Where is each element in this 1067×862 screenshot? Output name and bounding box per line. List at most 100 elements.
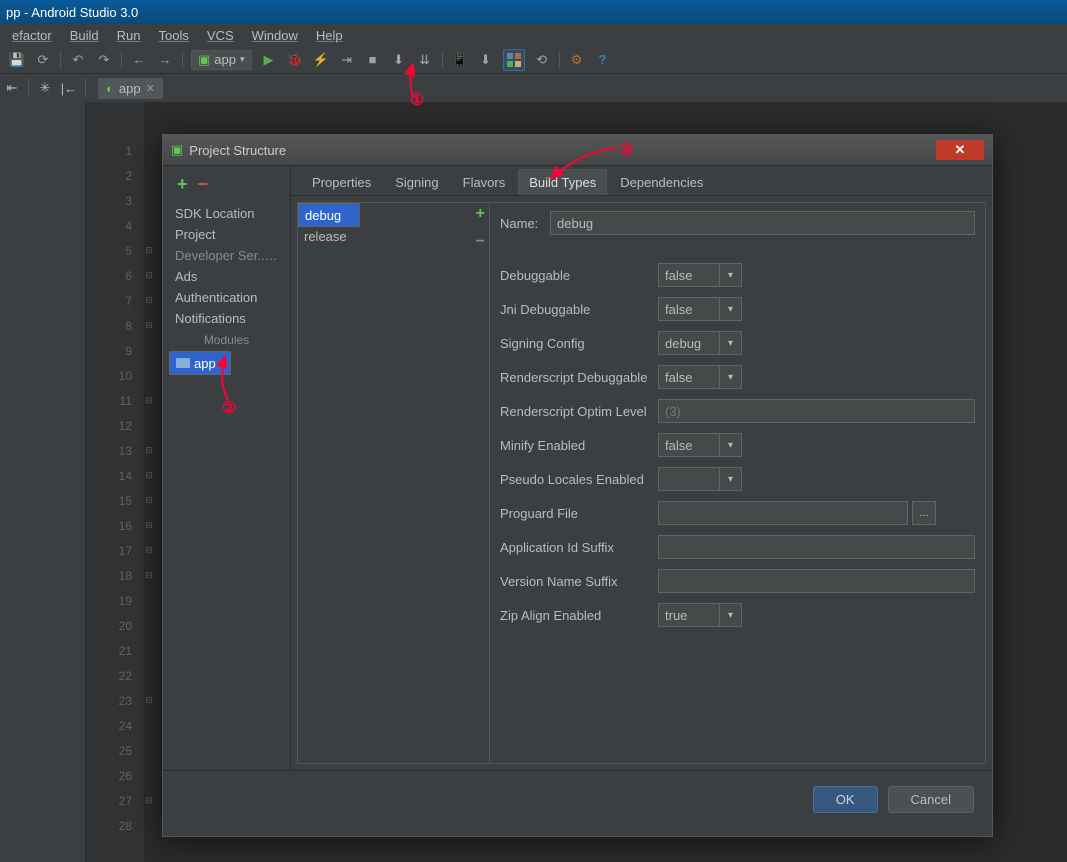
- rs-dbg-select[interactable]: false: [658, 365, 720, 389]
- fold-icon[interactable]: ⊟: [144, 388, 154, 413]
- fold-icon[interactable]: ⊟: [144, 488, 154, 513]
- close-tab-icon[interactable]: ✕: [146, 82, 155, 95]
- menu-refactor[interactable]: efactor: [4, 26, 60, 45]
- sync-icon[interactable]: ⟲: [533, 51, 551, 69]
- menu-vcs[interactable]: VCS: [199, 26, 242, 45]
- sidebar-item-project[interactable]: Project: [169, 224, 284, 245]
- add-module-button[interactable]: +: [177, 174, 188, 195]
- variant-release[interactable]: release: [298, 227, 489, 246]
- name-input[interactable]: [550, 211, 975, 235]
- gear-icon[interactable]: ✳: [33, 76, 57, 100]
- menu-window[interactable]: Window: [244, 26, 306, 45]
- refresh-icon[interactable]: ⟳: [34, 51, 52, 69]
- menu-tools[interactable]: Tools: [151, 26, 197, 45]
- fold-icon[interactable]: ⊟: [144, 463, 154, 488]
- line-number: 7: [86, 288, 144, 313]
- pseudo-select[interactable]: [658, 467, 720, 491]
- save-icon[interactable]: 💾: [8, 51, 26, 69]
- version-input[interactable]: [658, 569, 975, 593]
- rs-opt-label: Renderscript Optim Level: [500, 404, 658, 419]
- jni-label: Jni Debuggable: [500, 302, 658, 317]
- debug-icon[interactable]: 🐞: [286, 51, 304, 69]
- tab-build-types[interactable]: Build Types: [518, 169, 607, 195]
- editor-tab-app[interactable]: ◐ app ✕: [98, 78, 163, 99]
- chevron-down-icon[interactable]: [720, 467, 742, 491]
- proguard-input[interactable]: [658, 501, 908, 525]
- sidebar-item-auth[interactable]: Authentication: [169, 287, 284, 308]
- forward-icon[interactable]: →: [156, 51, 174, 69]
- jni-select[interactable]: false: [658, 297, 720, 321]
- chevron-down-icon[interactable]: [720, 331, 742, 355]
- profile-icon[interactable]: ⚡: [312, 51, 330, 69]
- remove-module-button[interactable]: −: [198, 174, 209, 195]
- rs-opt-input[interactable]: [658, 399, 975, 423]
- separator: [559, 51, 560, 69]
- redo-icon[interactable]: ↷: [95, 51, 113, 69]
- dialog-title-bar[interactable]: ▣ Project Structure ✕: [163, 135, 992, 166]
- fold-icon[interactable]: ⊟: [144, 513, 154, 538]
- appid-input[interactable]: [658, 535, 975, 559]
- line-number: 17: [86, 538, 144, 563]
- menu-help[interactable]: Help: [308, 26, 351, 45]
- fold-icon[interactable]: ⊟: [144, 538, 154, 563]
- browse-button[interactable]: ...: [912, 501, 936, 525]
- run-icon[interactable]: ▶: [260, 51, 278, 69]
- fold-icon[interactable]: ⊟: [144, 438, 154, 463]
- sidebar-item-notifications[interactable]: Notifications: [169, 308, 284, 329]
- stop-icon[interactable]: ■: [364, 51, 382, 69]
- fold-icon[interactable]: ⊟: [144, 263, 154, 288]
- fold-icon[interactable]: ⊟: [144, 313, 154, 338]
- sidebar-item-sdk[interactable]: SDK Location: [169, 203, 284, 224]
- expand-icon[interactable]: ⇤: [0, 76, 24, 100]
- fold-icon[interactable]: ⊟: [144, 563, 154, 588]
- sidebar-item-devservices[interactable]: Developer Ser... ...: [169, 245, 284, 266]
- remove-variant-button[interactable]: −: [476, 233, 485, 251]
- instant-run-icon[interactable]: ⬇: [390, 51, 408, 69]
- back-icon[interactable]: ←: [130, 51, 148, 69]
- add-variant-button[interactable]: +: [476, 205, 485, 223]
- line-number: 6: [86, 263, 144, 288]
- apply-changes-icon[interactable]: ⇊: [416, 51, 434, 69]
- editor-tab-row: ⇤ ✳ |← ◐ app ✕: [0, 74, 1067, 102]
- tab-dependencies[interactable]: Dependencies: [609, 169, 714, 195]
- debuggable-select[interactable]: false: [658, 263, 720, 287]
- close-dialog-button[interactable]: ✕: [936, 140, 984, 160]
- chevron-down-icon[interactable]: [720, 365, 742, 389]
- chevron-down-icon[interactable]: [720, 603, 742, 627]
- fold-icon[interactable]: ⊟: [144, 288, 154, 313]
- module-app[interactable]: app: [169, 351, 231, 375]
- menu-build[interactable]: Build: [62, 26, 107, 45]
- line-number: 5: [86, 238, 144, 263]
- line-number: 10: [86, 363, 144, 388]
- line-number: 20: [86, 613, 144, 638]
- tab-flavors[interactable]: Flavors: [452, 169, 517, 195]
- fold-icon[interactable]: ⊟: [144, 788, 154, 813]
- sdk-icon[interactable]: ⬇: [477, 51, 495, 69]
- variant-debug[interactable]: debug: [298, 203, 360, 227]
- project-structure-icon[interactable]: [503, 49, 525, 71]
- chevron-down-icon[interactable]: [720, 263, 742, 287]
- chevron-down-icon[interactable]: [720, 297, 742, 321]
- fold-icon[interactable]: ⊟: [144, 238, 154, 263]
- undo-icon[interactable]: ↶: [69, 51, 87, 69]
- line-number: 21: [86, 638, 144, 663]
- collapse-icon[interactable]: |←: [57, 76, 81, 100]
- ok-button[interactable]: OK: [813, 786, 878, 813]
- run-config-combo[interactable]: ▣ app ▾: [191, 50, 252, 70]
- cancel-button[interactable]: Cancel: [888, 786, 974, 813]
- zip-select[interactable]: true: [658, 603, 720, 627]
- chevron-down-icon[interactable]: [720, 433, 742, 457]
- help-icon[interactable]: ?: [594, 51, 612, 69]
- settings-icon[interactable]: ⚙: [568, 51, 586, 69]
- attach-icon[interactable]: ⇥: [338, 51, 356, 69]
- avd-icon[interactable]: 📱: [451, 51, 469, 69]
- sidebar-item-ads[interactable]: Ads: [169, 266, 284, 287]
- minify-select[interactable]: false: [658, 433, 720, 457]
- fold-icon[interactable]: ⊟: [144, 688, 154, 713]
- signing-select[interactable]: debug: [658, 331, 720, 355]
- tab-signing[interactable]: Signing: [384, 169, 449, 195]
- line-number: 8: [86, 313, 144, 338]
- line-number: 9: [86, 338, 144, 363]
- menu-run[interactable]: Run: [109, 26, 149, 45]
- tab-properties[interactable]: Properties: [301, 169, 382, 195]
